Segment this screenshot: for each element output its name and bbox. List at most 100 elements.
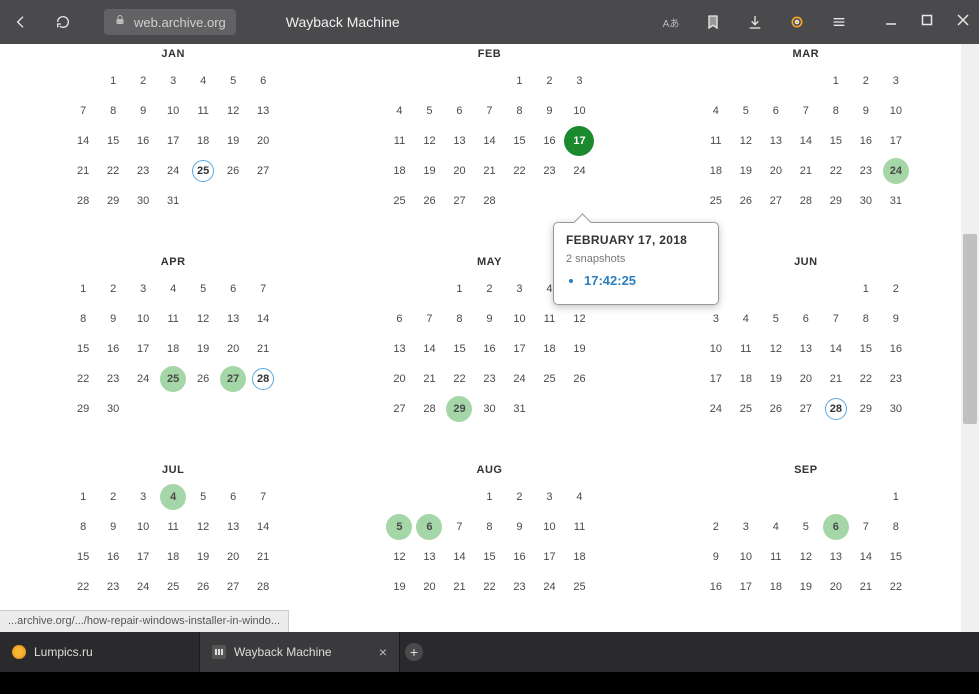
calendar-day[interactable]: 26 (414, 186, 444, 216)
calendar-day[interactable]: 7 (248, 482, 278, 512)
calendar-day[interactable]: 17 (534, 542, 564, 572)
calendar-day[interactable]: 24 (881, 156, 911, 186)
calendar-day[interactable]: 10 (128, 512, 158, 542)
calendar-day[interactable]: 13 (248, 96, 278, 126)
calendar-day[interactable]: 31 (881, 186, 911, 216)
calendar-day[interactable]: 5 (791, 512, 821, 542)
calendar-day[interactable]: 19 (384, 572, 414, 602)
calendar-day[interactable]: 10 (504, 304, 534, 334)
calendar-day[interactable]: 30 (98, 394, 128, 424)
calendar-day[interactable]: 3 (534, 482, 564, 512)
calendar-day[interactable]: 16 (851, 126, 881, 156)
calendar-day[interactable]: 16 (534, 126, 564, 156)
calendar-day[interactable]: 30 (881, 394, 911, 424)
calendar-day[interactable]: 18 (564, 542, 594, 572)
calendar-day[interactable]: 7 (248, 274, 278, 304)
calendar-day[interactable]: 23 (534, 156, 564, 186)
calendar-day[interactable]: 24 (128, 364, 158, 394)
calendar-day[interactable]: 22 (98, 156, 128, 186)
calendar-day[interactable]: 5 (731, 96, 761, 126)
scrollbar-thumb[interactable] (963, 234, 977, 424)
calendar-day[interactable]: 2 (98, 274, 128, 304)
calendar-day[interactable]: 2 (474, 274, 504, 304)
calendar-day[interactable]: 4 (761, 512, 791, 542)
calendar-day[interactable]: 19 (188, 334, 218, 364)
calendar-day[interactable]: 29 (851, 394, 881, 424)
calendar-day[interactable]: 3 (731, 512, 761, 542)
calendar-day[interactable]: 17 (504, 334, 534, 364)
calendar-day[interactable]: 24 (701, 394, 731, 424)
calendar-day[interactable]: 7 (851, 512, 881, 542)
calendar-day[interactable]: 9 (98, 512, 128, 542)
calendar-day[interactable]: 4 (731, 304, 761, 334)
calendar-day[interactable]: 11 (564, 512, 594, 542)
calendar-day[interactable]: 25 (534, 364, 564, 394)
tab-lumpics[interactable]: Lumpics.ru (0, 632, 200, 672)
calendar-day[interactable]: 22 (504, 156, 534, 186)
calendar-day[interactable]: 2 (98, 482, 128, 512)
scrollbar-track[interactable] (961, 44, 979, 632)
calendar-day[interactable]: 15 (851, 334, 881, 364)
calendar-day[interactable]: 20 (384, 364, 414, 394)
calendar-day[interactable]: 1 (68, 482, 98, 512)
calendar-day[interactable]: 18 (158, 542, 188, 572)
calendar-day[interactable]: 11 (384, 126, 414, 156)
calendar-day[interactable]: 8 (851, 304, 881, 334)
calendar-day[interactable]: 6 (384, 304, 414, 334)
calendar-day[interactable]: 10 (731, 542, 761, 572)
calendar-day[interactable]: 15 (68, 334, 98, 364)
calendar-day[interactable]: 19 (761, 364, 791, 394)
calendar-day[interactable]: 13 (218, 512, 248, 542)
calendar-day[interactable]: 3 (128, 482, 158, 512)
calendar-day[interactable]: 11 (188, 96, 218, 126)
tab-close-icon[interactable]: × (379, 644, 387, 660)
calendar-day[interactable]: 16 (128, 126, 158, 156)
calendar-day[interactable]: 8 (68, 512, 98, 542)
calendar-day[interactable]: 26 (761, 394, 791, 424)
calendar-day[interactable]: 17 (701, 364, 731, 394)
calendar-day[interactable]: 31 (158, 186, 188, 216)
calendar-day[interactable]: 29 (821, 186, 851, 216)
calendar-day[interactable]: 28 (474, 186, 504, 216)
downloads-icon[interactable] (745, 11, 765, 33)
calendar-day[interactable]: 27 (218, 364, 248, 394)
calendar-day[interactable]: 25 (384, 186, 414, 216)
calendar-day[interactable]: 30 (128, 186, 158, 216)
calendar-day[interactable]: 8 (98, 96, 128, 126)
calendar-day[interactable]: 20 (414, 572, 444, 602)
calendar-day[interactable]: 9 (701, 542, 731, 572)
calendar-day[interactable]: 1 (851, 274, 881, 304)
calendar-day[interactable]: 14 (68, 126, 98, 156)
calendar-day[interactable]: 12 (188, 512, 218, 542)
calendar-day[interactable]: 18 (384, 156, 414, 186)
calendar-day[interactable]: 14 (791, 126, 821, 156)
calendar-day[interactable]: 7 (474, 96, 504, 126)
calendar-day[interactable]: 26 (731, 186, 761, 216)
calendar-day[interactable]: 24 (564, 156, 594, 186)
calendar-day[interactable]: 27 (791, 394, 821, 424)
window-maximize[interactable] (921, 13, 933, 31)
calendar-day[interactable]: 1 (881, 482, 911, 512)
calendar-day[interactable]: 7 (444, 512, 474, 542)
calendar-day[interactable]: 26 (564, 364, 594, 394)
calendar-day[interactable]: 12 (384, 542, 414, 572)
calendar-day[interactable]: 9 (98, 304, 128, 334)
calendar-day[interactable]: 22 (851, 364, 881, 394)
calendar-day[interactable]: 2 (851, 66, 881, 96)
calendar-day[interactable]: 14 (248, 304, 278, 334)
calendar-day[interactable]: 7 (414, 304, 444, 334)
calendar-day[interactable]: 9 (474, 304, 504, 334)
calendar-day[interactable]: 25 (731, 394, 761, 424)
calendar-day[interactable]: 24 (504, 364, 534, 394)
calendar-day[interactable]: 21 (248, 334, 278, 364)
calendar-day[interactable]: 4 (158, 482, 188, 512)
calendar-day[interactable]: 28 (414, 394, 444, 424)
calendar-day[interactable]: 21 (248, 542, 278, 572)
calendar-day[interactable]: 5 (384, 512, 414, 542)
calendar-day[interactable]: 14 (414, 334, 444, 364)
calendar-day[interactable]: 19 (188, 542, 218, 572)
calendar-day[interactable]: 6 (761, 96, 791, 126)
calendar-day[interactable]: 19 (218, 126, 248, 156)
calendar-day[interactable]: 25 (564, 572, 594, 602)
calendar-day[interactable]: 20 (218, 334, 248, 364)
